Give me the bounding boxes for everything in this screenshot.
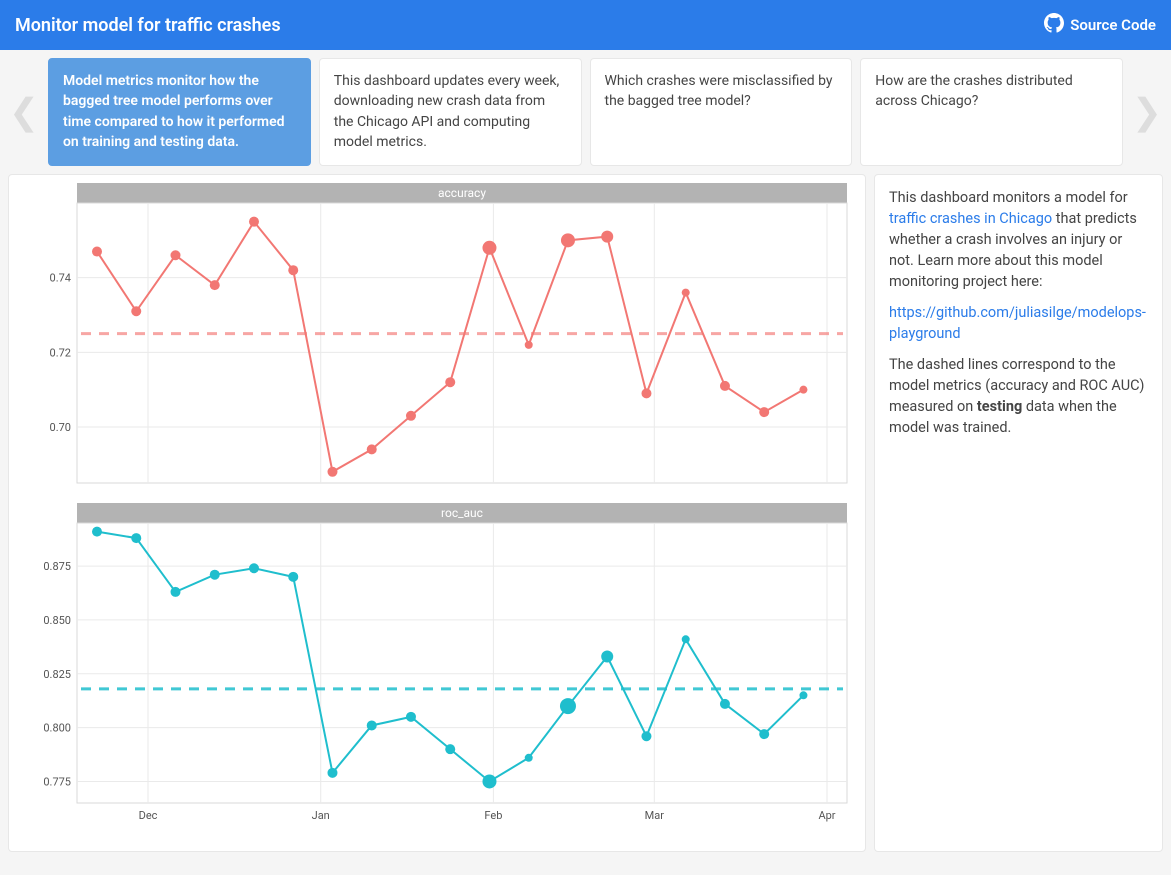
navbar: Monitor model for traffic crashes Source…: [0, 0, 1171, 50]
svg-text:0.800: 0.800: [43, 722, 71, 735]
source-code-link[interactable]: Source Code: [1044, 13, 1156, 37]
github-repo-link[interactable]: https://github.com/juliasilge/modelops-p…: [889, 304, 1146, 342]
tab-distribution[interactable]: How are the crashes distributed across C…: [860, 58, 1123, 166]
tab-dashboard-updates[interactable]: This dashboard updates every week, downl…: [319, 58, 582, 166]
sidebar-p3: The dashed lines correspond to the model…: [889, 354, 1148, 438]
main-container: ❮ Model metrics monitor how the bagged t…: [0, 50, 1171, 860]
metrics-chart: accuracy 0.70 0.72 0.74 roc_auc 0.775 0.800 0.8…: [17, 183, 857, 843]
svg-text:0.875: 0.875: [43, 560, 71, 573]
svg-text:accuracy: accuracy: [438, 186, 486, 200]
svg-text:Feb: Feb: [484, 809, 502, 822]
sidebar-p1: This dashboard monitors a model for traf…: [889, 187, 1148, 292]
svg-text:Mar: Mar: [645, 809, 665, 822]
svg-text:Apr: Apr: [818, 809, 835, 822]
svg-text:0.775: 0.775: [43, 775, 71, 788]
svg-text:Jan: Jan: [312, 809, 330, 822]
github-icon: [1044, 13, 1064, 37]
tabs: Model metrics monitor how the bagged tre…: [48, 58, 1123, 166]
svg-text:0.72: 0.72: [50, 346, 71, 359]
prev-arrow-icon[interactable]: ❮: [8, 58, 40, 166]
svg-text:roc_auc: roc_auc: [441, 506, 483, 520]
page-title: Monitor model for traffic crashes: [15, 15, 281, 36]
tab-misclassified[interactable]: Which crashes were misclassified by the …: [590, 58, 853, 166]
side-panel: This dashboard monitors a model for traf…: [874, 174, 1163, 852]
chart-panel: accuracy 0.70 0.72 0.74 roc_auc 0.775 0.800 0.8…: [8, 174, 866, 852]
source-code-label: Source Code: [1070, 16, 1156, 34]
content-row: accuracy 0.70 0.72 0.74 roc_auc 0.775 0.800 0.8…: [8, 174, 1163, 852]
svg-text:0.70: 0.70: [50, 421, 71, 434]
svg-text:0.850: 0.850: [43, 614, 71, 627]
traffic-crashes-link[interactable]: traffic crashes in Chicago: [889, 210, 1052, 227]
svg-text:0.825: 0.825: [43, 668, 71, 681]
tab-model-metrics[interactable]: Model metrics monitor how the bagged tre…: [48, 58, 311, 166]
svg-text:0.74: 0.74: [50, 272, 71, 285]
next-arrow-icon[interactable]: ❯: [1131, 58, 1163, 166]
sidebar-p2: https://github.com/juliasilge/modelops-p…: [889, 302, 1148, 344]
svg-text:Dec: Dec: [139, 809, 158, 822]
tabs-row: ❮ Model metrics monitor how the bagged t…: [8, 58, 1163, 166]
